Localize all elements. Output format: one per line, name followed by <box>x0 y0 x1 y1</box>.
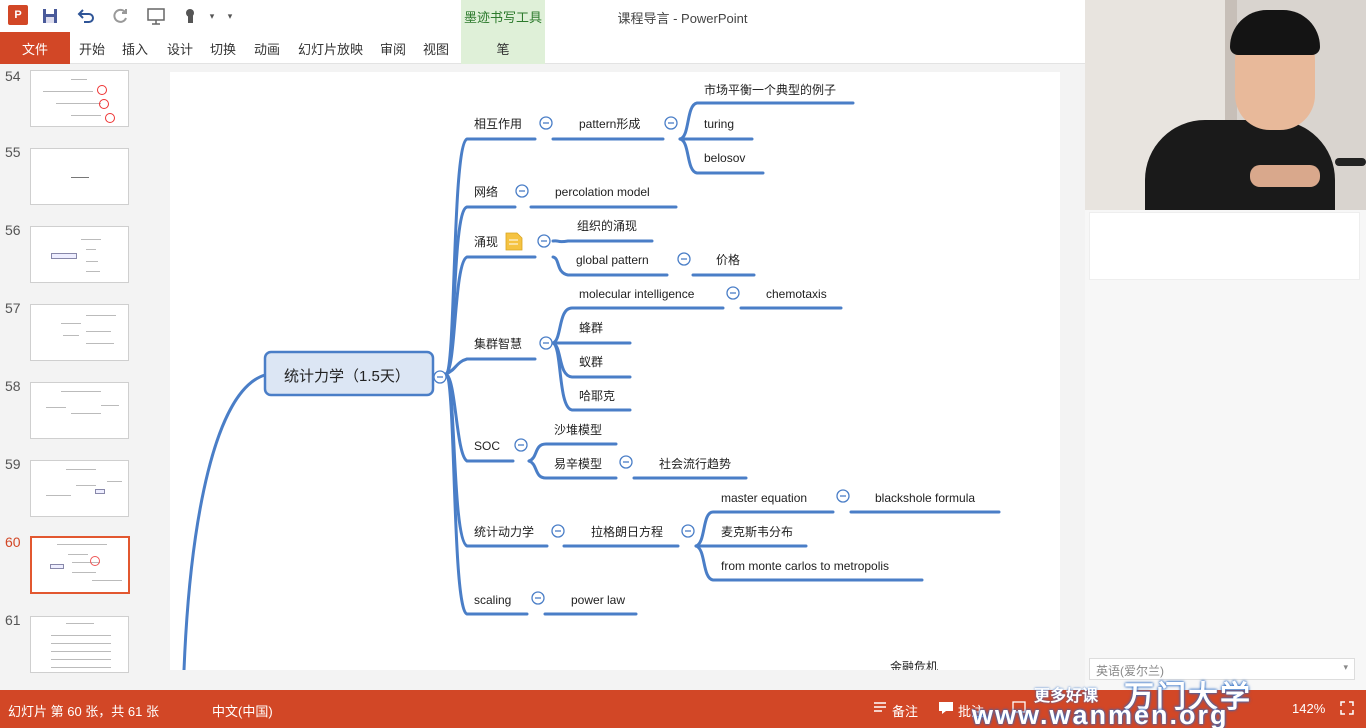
slide-thumbnail-58[interactable] <box>30 382 129 439</box>
thumbnail-number: 58 <box>5 378 21 394</box>
tab-pen[interactable]: 笔 <box>461 32 545 64</box>
title-bar: P ▾ ▾ 墨迹书写工具 课程导言 - PowerPoint <box>0 0 1085 32</box>
collapse-icon <box>664 116 678 130</box>
node-percolation: percolation model <box>555 185 650 199</box>
node-master-equation: master equation <box>721 491 807 505</box>
node-molecular: molecular intelligence <box>579 287 695 301</box>
collapse-icon <box>539 336 553 350</box>
thumbnail-number: 55 <box>5 144 21 160</box>
node-sandpile: 沙堆模型 <box>554 423 602 437</box>
node-turing: turing <box>704 117 734 131</box>
node-price: 价格 <box>716 252 740 267</box>
comments-icon[interactable] <box>938 701 954 718</box>
collapse-icon <box>836 489 850 503</box>
save-icon[interactable] <box>38 4 62 28</box>
powerpoint-window: P ▾ ▾ 墨迹书写工具 课程导言 - PowerPoint 文件 开始 插入 … <box>0 0 1366 728</box>
node-monte-carlo: from monte carlos to metropolis <box>721 559 889 573</box>
ribbon-tabs: 文件 开始 插入 设计 切换 动画 幻灯片放映 审阅 视图 笔 <box>0 32 1085 64</box>
notes-button[interactable]: 备注 <box>892 701 918 720</box>
node-belosov: belosov <box>704 151 745 165</box>
collapse-icon <box>531 591 545 605</box>
node-interaction: 相互作用 <box>474 117 522 131</box>
ink-tools-context-label: 墨迹书写工具 <box>461 0 545 32</box>
tab-insert[interactable]: 插入 <box>122 32 148 64</box>
redo-icon[interactable] <box>108 4 132 28</box>
wanmen-watermark: 更多好课 万门大学 www.wanmen.org <box>972 676 1366 728</box>
collapse-icon <box>551 524 565 538</box>
node-ant: 蚁群 <box>579 355 603 369</box>
thumbnail-number: 56 <box>5 222 21 238</box>
notes-icon[interactable] <box>873 701 887 716</box>
node-pattern: pattern形成 <box>579 117 640 131</box>
slide-thumbnail-57[interactable] <box>30 304 129 361</box>
node-swarm: 集群智慧 <box>474 336 522 351</box>
slide-thumbnail-56[interactable] <box>30 226 129 283</box>
node-soc: SOC <box>474 439 500 453</box>
node-scaling: scaling <box>474 593 511 607</box>
node-maxwell: 麦克斯韦分布 <box>721 525 793 539</box>
node-global-pattern: global pattern <box>576 253 649 267</box>
collapse-icon <box>515 184 529 198</box>
root-label: 统计力学（1.5天） <box>284 368 410 385</box>
node-social-trend: 社会流行趋势 <box>659 456 731 471</box>
node-ising: 易辛模型 <box>554 457 602 471</box>
powerpoint-logo-icon: P <box>8 5 28 25</box>
slide-thumbnail-59[interactable] <box>30 460 129 517</box>
slideshow-icon[interactable] <box>144 4 168 28</box>
tab-review[interactable]: 审阅 <box>380 32 406 64</box>
status-language[interactable]: 中文(中国) <box>212 701 273 720</box>
note-icon <box>505 232 523 251</box>
thumbnail-number: 59 <box>5 456 21 472</box>
node-stat-dynamics: 统计动力学 <box>474 524 534 539</box>
node-power-law: power law <box>571 593 625 607</box>
slide-canvas[interactable]: 统计力学（1.5天） 相互作用 pattern形成 市场平衡一个典型的例子 tu… <box>170 72 1060 670</box>
mind-map: 统计力学（1.5天） 相互作用 pattern形成 市场平衡一个典型的例子 tu… <box>182 82 1001 670</box>
thumbnail-number: 54 <box>5 68 21 84</box>
collapse-icon <box>433 370 447 384</box>
node-langevin: 拉格朗日方程 <box>591 524 663 539</box>
node-chemotaxis: chemotaxis <box>766 287 827 301</box>
collapse-icon <box>514 438 528 452</box>
tab-transitions[interactable]: 切换 <box>210 32 236 64</box>
node-market: 市场平衡一个典型的例子 <box>704 82 836 97</box>
thumbnail-number: 60 <box>5 534 21 550</box>
collapse-icon <box>681 524 695 538</box>
collapse-icon <box>537 234 551 248</box>
slide-thumbnail-60[interactable] <box>30 536 130 594</box>
node-hayek: 哈耶克 <box>579 389 615 403</box>
tab-design[interactable]: 设计 <box>167 32 193 64</box>
right-side-panel: 英语(爱尔兰) ▾ <box>1085 210 1366 690</box>
slide-thumbnail-54[interactable] <box>30 70 129 127</box>
watermark-url: www.wanmen.org <box>972 700 1229 728</box>
collapse-icon <box>539 116 553 130</box>
chevron-down-icon: ▾ <box>1343 662 1348 672</box>
thumbnail-number: 61 <box>5 612 21 628</box>
thumbnail-number: 57 <box>5 300 21 316</box>
collapse-icon <box>619 455 633 469</box>
tab-animations[interactable]: 动画 <box>254 32 280 64</box>
window-title: 课程导言 - PowerPoint <box>617 11 748 26</box>
webcam-video <box>1085 0 1366 210</box>
node-bee: 蜂群 <box>579 321 603 335</box>
slide-counter: 幻灯片 第 60 张，共 61 张 <box>8 704 159 719</box>
node-org-emergence: 组织的涌现 <box>577 218 637 233</box>
tab-file[interactable]: 文件 <box>0 32 70 64</box>
tab-home[interactable]: 开始 <box>79 32 105 64</box>
slide-thumbnail-61[interactable] <box>30 616 129 673</box>
tab-view[interactable]: 视图 <box>423 32 449 64</box>
node-emergence: 涌现 <box>474 235 498 249</box>
collapse-icon <box>726 286 740 300</box>
node-network: 网络 <box>474 184 498 199</box>
tab-slideshow[interactable]: 幻灯片放映 <box>298 32 363 64</box>
panel-blank-box <box>1089 212 1360 280</box>
undo-icon[interactable] <box>74 4 98 28</box>
node-partial-label: 金融危机 <box>890 659 938 670</box>
slide-thumbnails-pane: 54 55 56 57 58 59 60 61 <box>0 64 160 690</box>
collapse-icon <box>677 252 691 266</box>
slide-thumbnail-55[interactable] <box>30 148 129 205</box>
node-black-scholes: blackshole formula <box>875 491 975 505</box>
customize-toolbar-icon[interactable]: ▾ <box>218 4 242 28</box>
